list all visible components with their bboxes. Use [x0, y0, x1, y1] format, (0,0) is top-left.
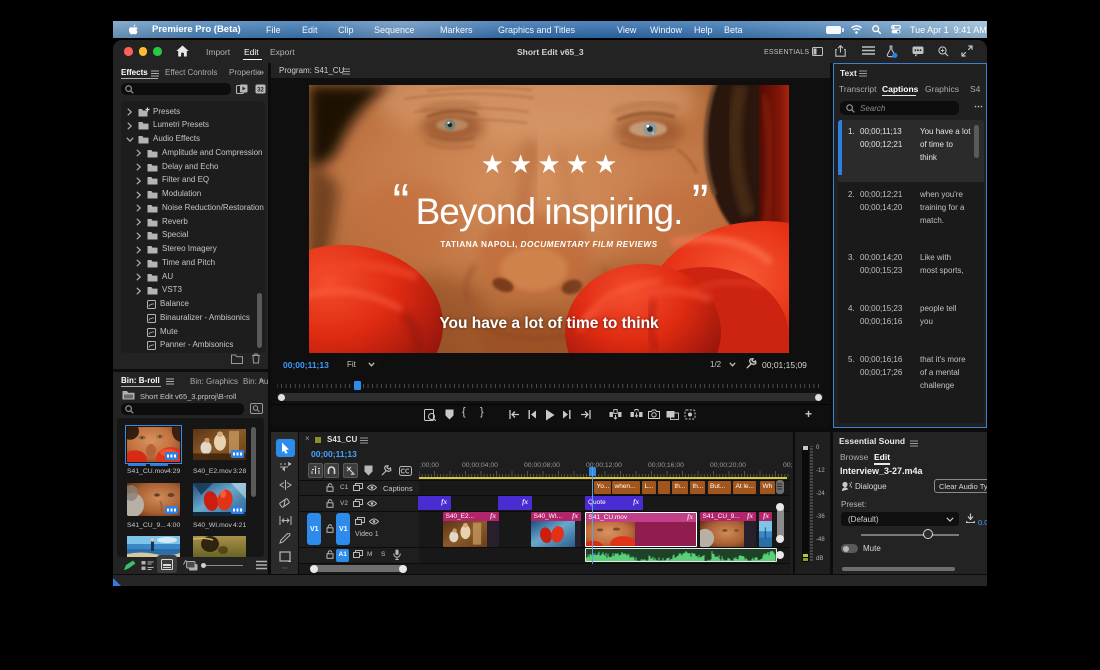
svg-text:32: 32 [257, 88, 264, 94]
